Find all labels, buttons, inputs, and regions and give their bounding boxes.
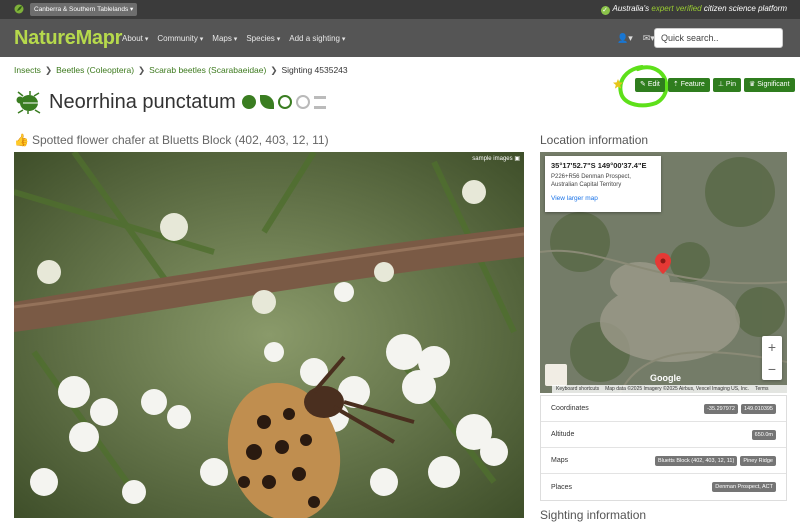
- search-input[interactable]: Quick search..: [654, 28, 783, 48]
- pin-label: Pin: [725, 81, 736, 88]
- photo-heading: 👍 Spotted flower chafer at Bluetts Block …: [14, 133, 329, 147]
- chevron-right-icon: ❯: [138, 65, 146, 75]
- map-coordinates: 35°17'52.7"S 149°00'37.4"E: [551, 161, 647, 170]
- breadcrumb: Insects ❯ Beetles (Coleoptera) ❯ Scarab beet…: [14, 65, 348, 76]
- photo-badge-text: sample images: [472, 156, 513, 162]
- species-name: Neorrhina punctatum: [49, 90, 236, 113]
- clock-icon: [295, 95, 310, 109]
- beetle-icon: [16, 91, 41, 114]
- nav-maps[interactable]: Maps: [212, 34, 237, 43]
- photo-illustration: [14, 152, 524, 518]
- view-larger-map-link[interactable]: View larger map: [551, 195, 655, 202]
- region-selector[interactable]: Canberra & Southern Tablelands ▾: [30, 3, 138, 16]
- tagline-post: citizen science platform: [701, 4, 787, 13]
- tagline-pre: Australia's: [612, 4, 652, 13]
- species-title-row: Neorrhina punctatum: [14, 88, 330, 116]
- nav-add-sighting[interactable]: Add a sighting: [289, 34, 345, 43]
- map-data-text: Map data ©2025 Imagery ©2025 Airbus, Vex…: [605, 386, 749, 392]
- photo-heading-text: Spotted flower chafer at Bluetts Block (…: [31, 133, 329, 147]
- crumb-scarab-beetles[interactable]: Scarab beetles (Scarabaeidae): [149, 65, 266, 75]
- chevron-right-icon: ❯: [270, 65, 278, 75]
- location-map[interactable]: 35°17'52.7"S 149°00'37.4"E P226+R56 Denm…: [540, 152, 787, 393]
- logo-part1: Nature: [14, 27, 76, 49]
- coordinates-label: Coordinates: [551, 405, 589, 412]
- street-view-pegman-icon[interactable]: [545, 364, 567, 386]
- maps-label: Maps: [551, 457, 569, 464]
- places-label: Places: [551, 483, 573, 491]
- map-attribution: Keyboard shortcuts Map data ©2025 Imagery…: [552, 385, 787, 393]
- thumbs-up-icon[interactable]: 👍: [14, 133, 29, 147]
- google-logo: Google: [650, 373, 681, 383]
- sighting-photo[interactable]: sample images ▣: [14, 152, 524, 518]
- mail-icon[interactable]: ✉▾: [643, 33, 655, 44]
- nav-icons: 👤▾ ✉▾: [617, 33, 655, 44]
- significant-label: Significant: [757, 81, 790, 88]
- map-address-line2: Australian Capital Territory: [551, 182, 622, 188]
- star-icon[interactable]: [612, 78, 624, 90]
- crumb-current: Sighting 4535243: [281, 65, 348, 75]
- keyboard-shortcuts-link[interactable]: Keyboard shortcuts: [556, 386, 599, 392]
- zoom-out-button[interactable]: −: [762, 358, 782, 380]
- feature-label: Feature: [680, 81, 705, 88]
- edit-button[interactable]: ✎ Edit: [635, 78, 665, 92]
- logo-part2: Mapr: [75, 27, 123, 49]
- leaf-status-icon: [259, 95, 274, 109]
- nav-menu: About Community Maps Species Add a sight…: [122, 34, 345, 43]
- site-logo[interactable]: NatureMapr: [14, 27, 122, 50]
- info-row-maps: Maps Bluetts Block (402, 403, 12, 11) Pin…: [541, 448, 786, 474]
- latitude-badge: -35.297972: [704, 403, 738, 414]
- terms-link[interactable]: Terms: [755, 386, 769, 392]
- pin-button[interactable]: ⊥ Pin: [712, 78, 741, 92]
- map-zoom-control: + −: [762, 336, 782, 380]
- tagline: ✓ Australia's expert verified citizen sci…: [600, 4, 787, 15]
- info-row-coordinates: Coordinates -35.297972 149.010395: [541, 396, 786, 422]
- feature-button[interactable]: ⇡ Feature: [667, 78, 710, 92]
- longitude-badge: 149.010395: [740, 403, 776, 414]
- crumb-insects[interactable]: Insects: [14, 65, 41, 75]
- info-row-altitude: Altitude 650.0m: [541, 422, 786, 448]
- nav-about[interactable]: About: [122, 34, 148, 43]
- region-label: Canberra & Southern Tablelands: [34, 6, 129, 13]
- edit-label: Edit: [647, 81, 660, 88]
- photo-badge: sample images ▣: [472, 156, 520, 162]
- signpost-icon: [313, 95, 326, 109]
- place-badge-denman[interactable]: Denman Prospect, ACT: [712, 482, 776, 492]
- action-buttons: ✎ Edit ⇡ Feature ⊥ Pin ♛ Significant: [635, 78, 795, 92]
- map-badge-piney[interactable]: Piney Ridge: [740, 455, 776, 466]
- chevron-right-icon: ❯: [44, 65, 53, 75]
- altitude-label: Altitude: [551, 431, 575, 438]
- user-icon[interactable]: 👤▾: [617, 33, 633, 44]
- nav-community[interactable]: Community: [157, 34, 203, 43]
- map-address: P226+R56 Denman Prospect, Australian Capi…: [551, 173, 655, 189]
- location-info-table: Coordinates -35.297972 149.010395 Altitud…: [540, 395, 787, 501]
- leaf-icon: [14, 4, 24, 14]
- sighting-info-heading: Sighting information: [540, 508, 647, 522]
- zoom-in-button[interactable]: +: [762, 336, 782, 358]
- top-bar: Canberra & Southern Tablelands ▾ ✓ Austra…: [0, 0, 800, 19]
- info-row-places: Places Denman Prospect, ACT: [541, 474, 786, 500]
- significant-button[interactable]: ♛ Significant: [743, 78, 795, 92]
- altitude-badge: 650.0m: [751, 429, 776, 440]
- map-badge-bluetts[interactable]: Bluetts Block (402, 403, 12, 11): [654, 455, 738, 466]
- map-info-card: 35°17'52.7"S 149°00'37.4"E P226+R56 Denm…: [545, 156, 661, 212]
- check-circle-icon: [277, 95, 292, 109]
- verified-check-icon: ✓: [600, 6, 610, 15]
- main-navbar: NatureMapr About Community Maps Species …: [0, 19, 800, 57]
- map-address-line1: P226+R56 Denman Prospect,: [551, 174, 631, 180]
- verified-icon: [241, 95, 256, 109]
- location-heading: Location information: [540, 133, 649, 147]
- tagline-highlight: expert verified: [651, 4, 702, 13]
- crumb-beetles[interactable]: Beetles (Coleoptera): [56, 65, 134, 75]
- nav-species[interactable]: Species: [246, 34, 280, 43]
